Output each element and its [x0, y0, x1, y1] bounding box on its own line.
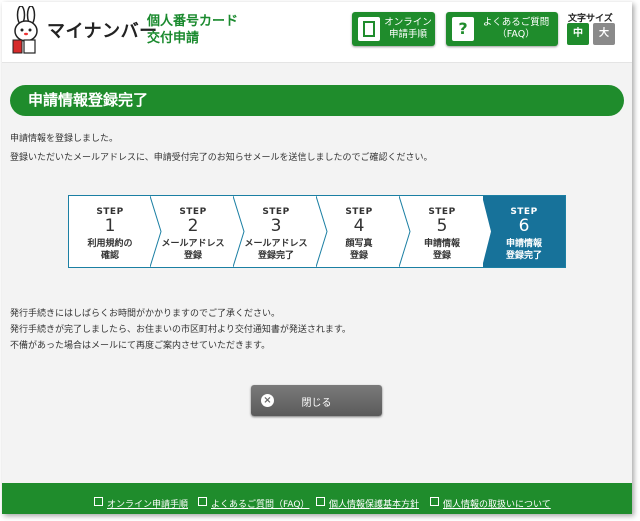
step-1: STEP 1 利用規約の 確認 [69, 196, 151, 267]
step-name-line1: 顔写真 [345, 239, 373, 249]
footer-link-label: 個人情報の取扱いについて [443, 500, 551, 510]
step-number: 5 [436, 216, 448, 236]
external-link-icon [94, 497, 103, 506]
step-number: 3 [270, 216, 282, 236]
online-procedure-line2: 申請手順 [388, 29, 427, 40]
step-2: STEP 2 メールアドレス 登録 [152, 196, 234, 267]
step-name-line2: 登録 [183, 251, 202, 261]
service-title: 個人番号カード 交付申請 [147, 13, 238, 47]
email-sent-message: 登録いただいたメールアドレスに、申請受付完了のお知らせメールを送信しましたのでご… [10, 153, 433, 163]
page-frame: マイナンバー 個人番号カード 交付申請 オンライン 申請手順 ? よくあるご質問… [2, 2, 632, 514]
external-link-icon [198, 497, 207, 506]
step-number: 6 [518, 216, 530, 236]
external-link-icon [430, 497, 439, 506]
step-chevron [482, 196, 491, 267]
step-5: STEP 5 申請情報 登録 [401, 196, 483, 267]
step-name-line1: メールアドレス [244, 239, 308, 249]
footer-link-faq[interactable]: よくあるご質問（FAQ） [198, 497, 309, 510]
step-name-line2: 確認 [100, 251, 119, 261]
footer-link-personal-info[interactable]: 個人情報の取扱いについて [430, 497, 551, 510]
step-progress: STEP 1 利用規約の 確認 STEP 2 メールアドレス 登録 STEP 3… [68, 195, 566, 268]
notice-deficiency: 不備があった場合はメールにて再度ご案内させていただきます。 [10, 341, 271, 351]
notice-processing-time: 発行手続きにはしばらくお時間がかかりますのでご了承ください。 [10, 309, 281, 319]
logo-text: マイナンバー [47, 21, 158, 42]
notice-notification-sent: 発行手続きが完了しましたら、お住まいの市区町村より交付通知書が発送されます。 [10, 325, 351, 335]
step-name-line2: 登録完了 [257, 251, 294, 261]
step-number: 1 [104, 216, 116, 236]
step-4: STEP 4 顔写真 登録 [318, 196, 400, 267]
online-procedure-button[interactable]: オンライン 申請手順 [352, 12, 435, 46]
content-area [2, 63, 632, 483]
step-name-line2: 登録完了 [505, 251, 542, 261]
service-title-line2: 交付申請 [147, 31, 200, 46]
font-size-large-button[interactable]: 大 [593, 23, 615, 45]
footer-link-label: オンライン申請手順 [107, 500, 189, 510]
step-6-current: STEP 6 申請情報 登録完了 [483, 196, 565, 267]
step-3: STEP 3 メールアドレス 登録完了 [235, 196, 317, 267]
service-title-line1: 個人番号カード [147, 14, 239, 29]
font-size-medium-button[interactable]: 中 [567, 23, 589, 45]
book-icon [358, 17, 380, 41]
step-name-line2: 登録 [349, 251, 368, 261]
step-name-line2: 登録 [432, 251, 451, 261]
footer-link-label: よくあるご質問（FAQ） [211, 500, 310, 510]
faq-button[interactable]: ? よくあるご質問 （FAQ） [446, 12, 558, 46]
faq-line1: よくあるご質問 [482, 17, 550, 28]
close-button[interactable]: × 閉じる [251, 385, 382, 416]
step-name-line1: 申請情報 [505, 239, 542, 249]
step-name-line1: メールアドレス [161, 239, 225, 249]
site-header: マイナンバー 個人番号カード 交付申請 オンライン 申請手順 ? よくあるご質問… [2, 2, 632, 63]
footer-link-label: 個人情報保護基本方針 [329, 500, 420, 510]
mynumber-mascot-icon [12, 6, 38, 54]
step-name-line1: 申請情報 [423, 239, 460, 249]
faq-line2: （FAQ） [497, 29, 535, 40]
online-procedure-label: オンライン 申請手順 [384, 17, 432, 41]
registered-message: 申請情報を登録しました。 [10, 134, 119, 144]
question-icon: ? [452, 17, 474, 41]
page-title: 申請情報登録完了 [10, 85, 624, 116]
footer-link-online-procedure[interactable]: オンライン申請手順 [94, 497, 188, 510]
external-link-icon [316, 497, 325, 506]
step-name-line1: 利用規約の [87, 239, 133, 249]
close-label: 閉じる [301, 398, 332, 409]
footer-link-privacy-policy[interactable]: 個人情報保護基本方針 [316, 497, 419, 510]
step-number: 2 [187, 216, 199, 236]
faq-label: よくあるご質問 （FAQ） [478, 17, 554, 41]
online-procedure-line1: オンライン [384, 17, 432, 28]
site-footer: オンライン申請手順 よくあるご質問（FAQ） 個人情報保護基本方針 個人情報の取… [2, 483, 632, 514]
step-number: 4 [353, 216, 365, 236]
